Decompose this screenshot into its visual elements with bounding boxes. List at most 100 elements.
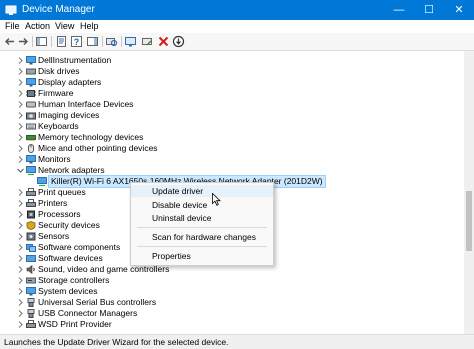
chevron-right-icon[interactable]: [16, 287, 25, 296]
tree-item-label: DellInstrumentation: [38, 55, 112, 65]
tree-item-label: Keyboards: [38, 121, 79, 131]
chevron-right-icon[interactable]: [16, 309, 25, 318]
tree-item-label: Mice and other pointing devices: [38, 143, 158, 153]
tree-item-label: Imaging devices: [38, 110, 100, 120]
uninstall-device-icon[interactable]: [157, 35, 170, 48]
title-bar: Device Manager — ☐ ✕: [0, 0, 474, 20]
chevron-right-icon[interactable]: [16, 265, 25, 274]
toolbar: ?: [0, 33, 474, 51]
chevron-right-icon[interactable]: [16, 298, 25, 307]
tree-item-monitors[interactable]: Monitors: [0, 154, 462, 165]
menu-item-properties[interactable]: Properties: [131, 250, 273, 262]
tree-item-label: WSD Print Provider: [38, 319, 112, 329]
chevron-right-icon[interactable]: [16, 320, 25, 329]
chevron-right-icon[interactable]: [16, 221, 25, 230]
chevron-right-icon[interactable]: [16, 199, 25, 208]
menu-item-uninstall-device[interactable]: Uninstall device: [131, 212, 273, 224]
tree-item-usb-controllers[interactable]: Universal Serial Bus controllers: [0, 297, 462, 308]
chevron-right-icon[interactable]: [16, 56, 25, 65]
chevron-right-icon[interactable]: [16, 254, 25, 263]
menu-item-label: Uninstall device: [152, 213, 212, 223]
printer-icon: [26, 188, 36, 196]
toolbar-separator: [32, 36, 33, 47]
tree-item-label: Software components: [38, 242, 121, 252]
chevron-right-icon[interactable]: [16, 111, 25, 120]
display-adapter-icon: [26, 78, 36, 87]
tree-item-label: Printers: [38, 198, 68, 208]
tree-item-memory-technology-devices[interactable]: Memory technology devices: [0, 132, 462, 143]
chevron-right-icon[interactable]: [16, 133, 25, 142]
menu-item-label: Properties: [152, 251, 191, 261]
tree-item-human-interface-devices[interactable]: Human Interface Devices: [0, 99, 462, 110]
tree-item-disk-drives[interactable]: Disk drives: [0, 66, 462, 77]
show-hide-console-tree-icon[interactable]: [35, 35, 48, 48]
tree-item-label: Display adapters: [38, 77, 102, 87]
chevron-right-icon[interactable]: [16, 276, 25, 285]
chevron-right-icon[interactable]: [16, 188, 25, 197]
chevron-right-icon[interactable]: [16, 89, 25, 98]
disk-drive-icon: [26, 68, 36, 75]
memory-icon: [26, 135, 36, 141]
usb-icon: [27, 298, 35, 307]
menu-item-update-driver[interactable]: Update driver: [131, 185, 273, 197]
chevron-right-icon[interactable]: [16, 122, 25, 131]
usb-icon: [27, 309, 35, 318]
chevron-right-icon[interactable]: [16, 100, 25, 109]
camera-icon: [26, 112, 36, 120]
chevron-right-icon[interactable]: [16, 67, 25, 76]
menu-item-disable-device[interactable]: Disable device: [131, 199, 273, 211]
device-manager-icon: [5, 5, 17, 15]
tree-item-system-devices[interactable]: System devices: [0, 286, 462, 297]
close-button[interactable]: ✕: [444, 0, 474, 20]
menu-separator: [137, 227, 267, 228]
tree-item-label: Processors: [38, 209, 81, 219]
minimize-button[interactable]: —: [384, 0, 414, 20]
tree-item-label: Firmware: [38, 88, 74, 98]
software-component-icon: [26, 244, 36, 252]
menu-file[interactable]: File: [5, 21, 20, 32]
tree-item-label: Security devices: [38, 220, 100, 230]
back-icon[interactable]: [3, 35, 16, 48]
chevron-right-icon[interactable]: [16, 210, 25, 219]
menu-view[interactable]: View: [55, 21, 74, 32]
tree-item-firmware[interactable]: Firmware: [0, 88, 462, 99]
tree-item-keyboards[interactable]: Keyboards: [0, 121, 462, 132]
chevron-down-icon[interactable]: [16, 166, 25, 175]
tree-item-mice[interactable]: Mice and other pointing devices: [0, 143, 462, 154]
properties-icon[interactable]: [55, 35, 68, 48]
update-driver-icon[interactable]: [124, 35, 137, 48]
tree-item-dellinstrumentation[interactable]: DellInstrumentation: [0, 55, 462, 66]
scrollbar-thumb[interactable]: [466, 191, 472, 251]
tree-item-label: Monitors: [38, 154, 71, 164]
tree-item-usb-connector-managers[interactable]: USB Connector Managers: [0, 308, 462, 319]
tree-item-storage-controllers[interactable]: Storage controllers: [0, 275, 462, 286]
chevron-right-icon[interactable]: [16, 144, 25, 153]
storage-controller-icon: [26, 277, 36, 284]
menu-separator: [137, 246, 267, 247]
tree-item-label: Print queues: [38, 187, 86, 197]
tree-item-imaging-devices[interactable]: Imaging devices: [0, 110, 462, 121]
tree-item-label: Software devices: [38, 253, 103, 263]
tree-item-wsd-print-provider[interactable]: WSD Print Provider: [0, 319, 462, 330]
security-device-icon: [26, 221, 36, 230]
chevron-right-icon[interactable]: [16, 78, 25, 87]
menu-action[interactable]: Action: [25, 21, 50, 32]
menu-item-scan-hardware-changes[interactable]: Scan for hardware changes: [131, 231, 273, 243]
download-driver-icon[interactable]: [172, 35, 185, 48]
toolbar-separator: [51, 36, 52, 47]
toolbar-separator: [121, 36, 122, 47]
context-menu: Update driver Disable device Uninstall d…: [130, 182, 274, 266]
chevron-right-icon[interactable]: [16, 155, 25, 164]
maximize-button[interactable]: ☐: [414, 0, 444, 20]
help-icon[interactable]: ?: [70, 35, 83, 48]
forward-icon[interactable]: [17, 35, 30, 48]
scan-hardware-icon[interactable]: [105, 35, 118, 48]
menu-help[interactable]: Help: [80, 21, 99, 32]
chevron-right-icon[interactable]: [16, 243, 25, 252]
network-adapter-icon: [26, 166, 36, 175]
disable-device-icon[interactable]: [141, 35, 154, 48]
show-hide-action-pane-icon[interactable]: [86, 35, 99, 48]
vertical-scrollbar[interactable]: [464, 51, 474, 334]
chevron-right-icon[interactable]: [16, 232, 25, 241]
tree-item-display-adapters[interactable]: Display adapters: [0, 77, 462, 88]
